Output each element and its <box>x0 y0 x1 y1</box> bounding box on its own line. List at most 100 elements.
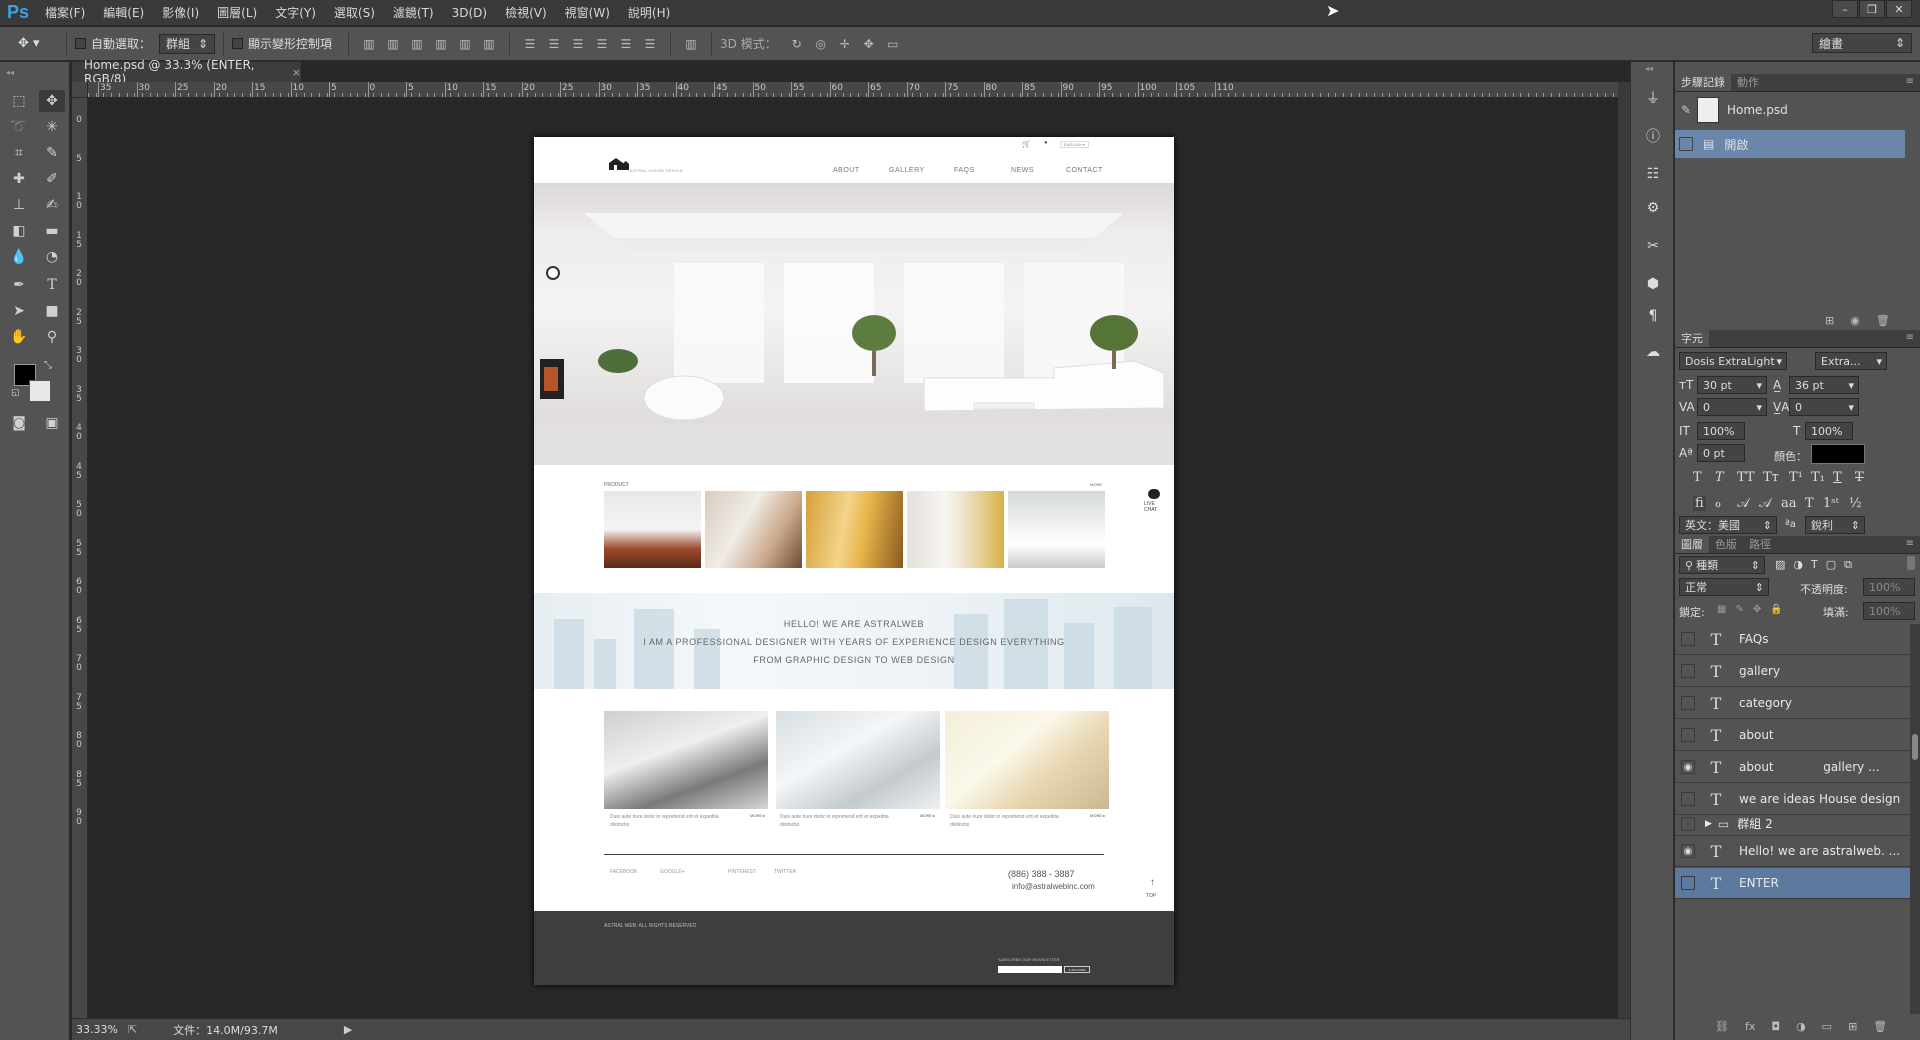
tab-actions[interactable]: 動作 <box>1731 74 1765 91</box>
superscript-icon[interactable]: T¹ <box>1789 470 1803 485</box>
font-style-select[interactable]: Extra... ▾ <box>1815 352 1887 370</box>
lock-all-icon[interactable]: 🔒 <box>1770 604 1782 615</box>
align-left-icon[interactable]: ▥ <box>432 35 450 53</box>
auto-align-icon[interactable]: ▥ <box>682 35 700 53</box>
lock-pixels-icon[interactable]: ✎ <box>1735 604 1743 615</box>
menu-item[interactable]: 說明(H) <box>619 0 679 26</box>
history-brush-icon[interactable]: ✍ <box>39 194 65 216</box>
3d-orbit-icon[interactable]: ↻ <box>788 35 806 53</box>
visibility-toggle[interactable] <box>1681 696 1695 710</box>
collapse-icon[interactable]: ◂◂ <box>1645 64 1653 73</box>
layers-scroll-thumb[interactable] <box>1912 734 1918 760</box>
properties-panel-icon[interactable]: ⚙ <box>1643 198 1663 218</box>
history-panel-icon[interactable]: ⏚ <box>1643 88 1663 108</box>
horizontal-scale-field[interactable]: 100% <box>1805 422 1853 440</box>
3d-slide-icon[interactable]: ✥ <box>860 35 878 53</box>
close-document-icon[interactable]: × <box>292 66 301 79</box>
tab-history[interactable]: 步驟記錄 <box>1675 74 1731 91</box>
baseline-shift-field[interactable]: 0 pt <box>1697 444 1745 462</box>
restore-button[interactable]: ❐ <box>1859 0 1885 18</box>
align-right-icon[interactable]: ▥ <box>480 35 498 53</box>
anti-alias-select[interactable]: 銳利 ⇕ <box>1805 516 1865 534</box>
ordinals-icon[interactable]: 1ˢᵗ <box>1823 496 1839 511</box>
marquee-tool-icon[interactable]: ⬚ <box>6 90 32 112</box>
align-vcenter-icon[interactable]: ▥ <box>384 35 402 53</box>
tab-layers[interactable]: 圖層 <box>1675 536 1709 553</box>
layers-scrollbar[interactable] <box>1910 624 1920 1014</box>
new-document-icon[interactable]: ⊞ <box>1825 314 1834 327</box>
expand-group-icon[interactable]: ▶ <box>1705 819 1712 829</box>
tracking-field[interactable]: 0 ▾ <box>1789 398 1859 416</box>
eraser-tool-icon[interactable]: ◧ <box>6 220 32 242</box>
close-button[interactable]: ✕ <box>1886 0 1912 18</box>
old-style-icon[interactable]: ℴ <box>1715 496 1721 511</box>
export-icon[interactable]: ⇱ <box>128 1023 137 1036</box>
link-layers-icon[interactable]: ⛓ <box>1715 1020 1729 1033</box>
language-select[interactable]: 英文：美國 ⇕ <box>1679 516 1777 534</box>
kerning-field[interactable]: 0 ▾ <box>1697 398 1767 416</box>
show-transform-checkbox[interactable] <box>232 38 244 49</box>
subscript-icon[interactable]: T₁ <box>1811 470 1825 485</box>
menu-item[interactable]: 影像(I) <box>153 0 208 26</box>
shape-tool-icon[interactable]: ■ <box>39 300 65 322</box>
crop-tool-icon[interactable]: ⌗ <box>6 142 32 164</box>
trash-icon[interactable]: 🗑 <box>1876 314 1890 327</box>
3d-panel-icon[interactable]: ⬢ <box>1643 274 1663 294</box>
eye-icon[interactable]: ◉ <box>1681 760 1695 774</box>
menu-item[interactable]: 濾鏡(T) <box>384 0 443 26</box>
layer-row[interactable]: Twe are ideas House design <box>1675 784 1910 815</box>
screen-mode-icon[interactable]: ▣ <box>39 412 65 434</box>
zoom-tool-icon[interactable]: ⚲ <box>39 326 65 348</box>
gradient-tool-icon[interactable]: ▬ <box>39 220 65 242</box>
underline-icon[interactable]: T <box>1833 470 1842 485</box>
ligature-icon[interactable]: ﬁ <box>1693 496 1706 511</box>
hand-tool-icon[interactable]: ✋ <box>6 326 32 348</box>
distribute-left-icon[interactable]: ☰ <box>593 35 611 53</box>
menu-item[interactable]: 文字(Y) <box>266 0 325 26</box>
leading-field[interactable]: 36 pt ▾ <box>1789 376 1859 394</box>
panel-menu-icon[interactable]: ≡ <box>1906 538 1914 549</box>
paragraph-style-icon[interactable]: ☷ <box>1643 164 1663 184</box>
creative-cloud-icon[interactable]: ☁ <box>1643 342 1663 362</box>
layer-row[interactable]: ◉ Tabout gallery ... <box>1675 752 1910 783</box>
swap-colors-icon[interactable]: ⤡ <box>44 360 52 371</box>
layer-row[interactable]: ◉ T Hello! we are astralweb. ... <box>1675 836 1910 867</box>
vertical-scale-field[interactable]: 100% <box>1697 422 1745 440</box>
text-color-swatch[interactable] <box>1811 444 1865 464</box>
menu-item[interactable]: 選取(S) <box>325 0 384 26</box>
distribute-hcenter-icon[interactable]: ☰ <box>617 35 635 53</box>
swash-icon[interactable]: 𝒜 <box>1737 496 1749 511</box>
ornaments-icon[interactable]: T <box>1805 496 1814 511</box>
menu-item[interactable]: 視窗(W) <box>556 0 619 26</box>
history-item-open[interactable]: ▤ 開啟 <box>1675 130 1905 158</box>
workspace-dropdown[interactable]: 繪畫 ⇕ <box>1812 33 1912 53</box>
path-select-icon[interactable]: ➤ <box>6 300 32 322</box>
history-brush-icon[interactable]: ✎ <box>1675 103 1697 117</box>
3d-scale-icon[interactable]: ▭ <box>884 35 902 53</box>
pixel-filter-icon[interactable]: ▨ <box>1775 558 1785 572</box>
3d-roll-icon[interactable]: ◎ <box>812 35 830 53</box>
adjustment-filter-icon[interactable]: ◑ <box>1793 558 1803 572</box>
layer-style-icon[interactable]: fx <box>1745 1020 1755 1033</box>
visibility-toggle[interactable] <box>1681 728 1695 742</box>
delete-layer-icon[interactable]: 🗑 <box>1873 1020 1887 1033</box>
quick-mask-icon[interactable]: ◙ <box>6 412 32 434</box>
shape-filter-icon[interactable]: ▢ <box>1826 558 1836 572</box>
dodge-tool-icon[interactable]: ◔ <box>39 246 65 268</box>
adjustment-layer-icon[interactable]: ◑ <box>1796 1020 1806 1033</box>
magic-wand-icon[interactable]: ✳ <box>39 116 65 138</box>
tools-preset-icon[interactable]: ✂ <box>1643 236 1663 256</box>
canvas-vertical-scrollbar[interactable] <box>1618 82 1630 1018</box>
blur-tool-icon[interactable]: 💧 <box>6 246 32 268</box>
visibility-toggle[interactable] <box>1681 792 1695 806</box>
smart-object-filter-icon[interactable]: ⧉ <box>1844 558 1852 572</box>
align-hcenter-icon[interactable]: ▥ <box>456 35 474 53</box>
new-layer-icon[interactable]: ⊞ <box>1848 1020 1857 1033</box>
align-bottom-icon[interactable]: ▥ <box>408 35 426 53</box>
tab-paths[interactable]: 路徑 <box>1743 536 1777 553</box>
visibility-toggle[interactable] <box>1681 632 1695 646</box>
distribute-bottom-icon[interactable]: ☰ <box>569 35 587 53</box>
background-color-swatch[interactable] <box>29 380 51 402</box>
layer-row[interactable]: Tabout <box>1675 720 1910 751</box>
menu-item[interactable]: 檢視(V) <box>496 0 556 26</box>
